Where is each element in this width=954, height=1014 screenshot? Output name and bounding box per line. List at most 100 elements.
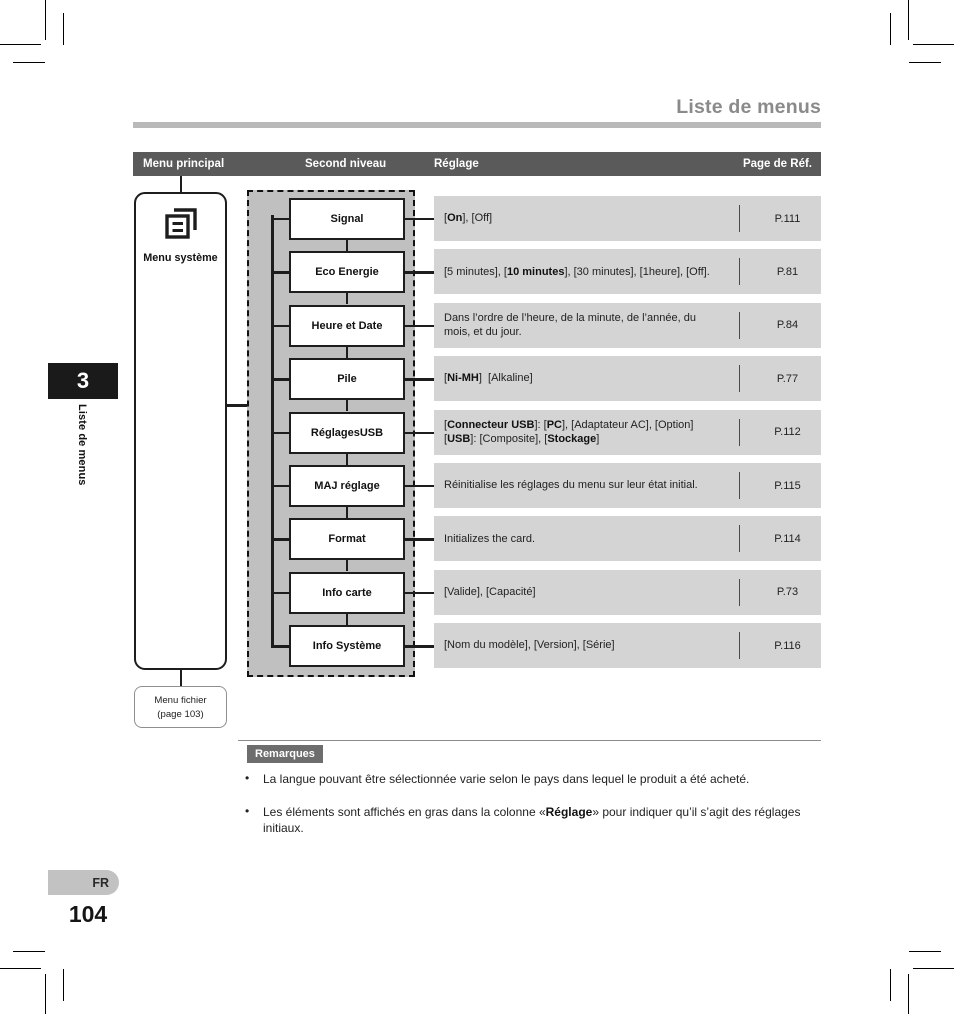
column-header-second-level: Second niveau — [305, 158, 387, 170]
connector-spine-arm — [271, 485, 291, 488]
setting-value: [Ni-MH] [Alkaline] — [444, 372, 533, 385]
chapter-label: Liste de menus — [76, 404, 88, 486]
language-badge: FR — [48, 870, 119, 895]
crop-mark-tr-h2 — [909, 62, 941, 64]
crop-mark-bl-h2 — [13, 951, 45, 953]
setting-value: [On], [Off] — [444, 212, 493, 225]
row-divider — [739, 418, 741, 446]
setting-row: [On], [Off] P.111 — [434, 196, 821, 241]
menu-item-box[interactable]: RéglagesUSB — [289, 411, 405, 454]
connector-spine-arm — [271, 645, 291, 648]
page-reference[interactable]: P.73 — [754, 570, 821, 615]
crop-mark-bl-v — [45, 974, 47, 1014]
connector-item-link — [346, 240, 349, 251]
row-divider — [739, 365, 741, 393]
menu-systeme-label: Menu système — [143, 252, 218, 264]
connector-item-to-setting — [404, 378, 437, 381]
menu-item-box[interactable]: Signal — [289, 198, 405, 240]
menu-item-box[interactable]: Eco Energie — [289, 251, 405, 294]
connector-item-to-setting — [404, 591, 437, 595]
document-pages-icon — [136, 208, 225, 240]
connector-item-link — [346, 400, 349, 412]
page-reference[interactable]: P.77 — [754, 356, 821, 401]
setting-row: Réinitialise les réglages du menu sur le… — [434, 463, 821, 508]
page-reference[interactable]: P.112 — [754, 410, 821, 455]
setting-value: Initializes the card. — [444, 532, 536, 545]
column-header-main-menu: Menu principal — [143, 158, 225, 170]
menu-item-box[interactable]: Pile — [289, 358, 405, 401]
menu-item-box[interactable]: Heure et Date — [289, 304, 405, 347]
setting-value: Réinitialise les réglages du menu sur le… — [444, 479, 698, 492]
remark-text-0: La langue pouvant être sélectionnée vari… — [263, 772, 750, 786]
table-header-bar: Menu principal Second niveau Réglage Pag… — [133, 152, 821, 176]
page-reference[interactable]: P.115 — [754, 463, 821, 508]
page-reference[interactable]: P.81 — [754, 249, 821, 294]
setting-row: [Valide], [Capacité] P.73 — [434, 569, 821, 615]
crop-mark-br-h — [913, 968, 954, 970]
connector-item-link — [346, 346, 349, 358]
row-divider — [739, 205, 741, 232]
connector-item-to-setting — [404, 218, 437, 221]
connector-item-to-setting — [404, 271, 437, 274]
setting-value: [Connecteur USB]: [PC], [Adaptateur AC],… — [444, 418, 694, 446]
connector-item-to-setting — [404, 431, 437, 434]
page-reference[interactable]: P.116 — [754, 623, 821, 668]
crop-mark-tr-v2 — [890, 13, 892, 45]
crop-mark-tl-v2 — [63, 13, 65, 45]
title-rule — [133, 122, 821, 128]
crop-mark-br-v2 — [890, 969, 892, 1001]
row-divider — [739, 258, 741, 286]
connector-spine-arm — [271, 378, 291, 381]
row-divider — [739, 311, 741, 339]
connector-item-to-setting — [404, 485, 437, 488]
connector-item-to-setting — [404, 538, 437, 541]
crop-mark-bl-h — [0, 968, 41, 970]
menu-fichier-page: (page 103) — [157, 708, 204, 720]
menu-item-label: Info carte — [322, 586, 372, 599]
connector-spine-arm — [271, 431, 291, 434]
crop-mark-tl-v — [45, 0, 47, 40]
menu-item-box[interactable]: Info Système — [289, 625, 405, 668]
remarks-badge: Remarques — [247, 745, 323, 763]
setting-row: Dans l’ordre de l’heure, de la minute, d… — [434, 302, 821, 348]
page-reference[interactable]: P.111 — [754, 196, 821, 241]
column-header-setting: Réglage — [434, 158, 479, 170]
chapter-number: 3 — [76, 368, 90, 393]
menu-systeme-box: Menu système — [134, 192, 227, 670]
page-reference[interactable]: P.114 — [754, 516, 821, 561]
connector-spine-arm — [271, 271, 291, 274]
crop-mark-tl-h2 — [13, 62, 45, 64]
menu-item-label: Heure et Date — [311, 319, 383, 332]
menu-item-label: Info Système — [312, 640, 382, 653]
menu-item-box[interactable]: MAJ réglage — [289, 465, 405, 507]
connector-item-link — [346, 293, 349, 305]
chapter-tab: 3 — [48, 363, 118, 399]
row-divider — [739, 525, 741, 553]
menu-item-label: Eco Energie — [315, 266, 379, 279]
crop-mark-br-h2 — [909, 951, 941, 953]
page-reference[interactable]: P.84 — [754, 303, 821, 348]
remark-text-1: Les éléments sont affichés en gras dans … — [263, 805, 801, 835]
connector-spine-arm — [271, 218, 291, 221]
crop-mark-br-v — [908, 974, 910, 1014]
menu-item-label: MAJ réglage — [314, 480, 380, 492]
setting-value: Dans l’ordre de l’heure, de la minute, d… — [444, 311, 696, 339]
menu-item-box[interactable]: Format — [289, 518, 405, 561]
connector-item-link — [346, 453, 349, 465]
remarks-rule — [238, 740, 821, 742]
menu-item-box[interactable]: Info carte — [289, 571, 405, 614]
connector-systeme-to-fichier — [180, 668, 183, 686]
setting-row: Initializes the card. P.114 — [434, 516, 821, 562]
setting-row: [Connecteur USB]: [PC], [Adaptateur AC],… — [434, 409, 821, 455]
connector-item-to-setting — [404, 645, 437, 648]
menu-fichier-box[interactable]: Menu fichier (page 103) — [134, 686, 227, 728]
row-divider — [739, 632, 741, 660]
page-title: Liste de menus — [676, 96, 821, 118]
column-header-page-ref: Page de Réf. — [742, 158, 812, 170]
menu-item-label: Signal — [330, 213, 364, 225]
connector-spine-arm — [271, 538, 291, 541]
setting-value: [Valide], [Capacité] — [444, 586, 536, 599]
crop-mark-tl-h — [0, 44, 41, 46]
menu-fichier-title: Menu fichier — [154, 695, 207, 706]
menu-item-label: RéglagesUSB — [310, 426, 384, 439]
